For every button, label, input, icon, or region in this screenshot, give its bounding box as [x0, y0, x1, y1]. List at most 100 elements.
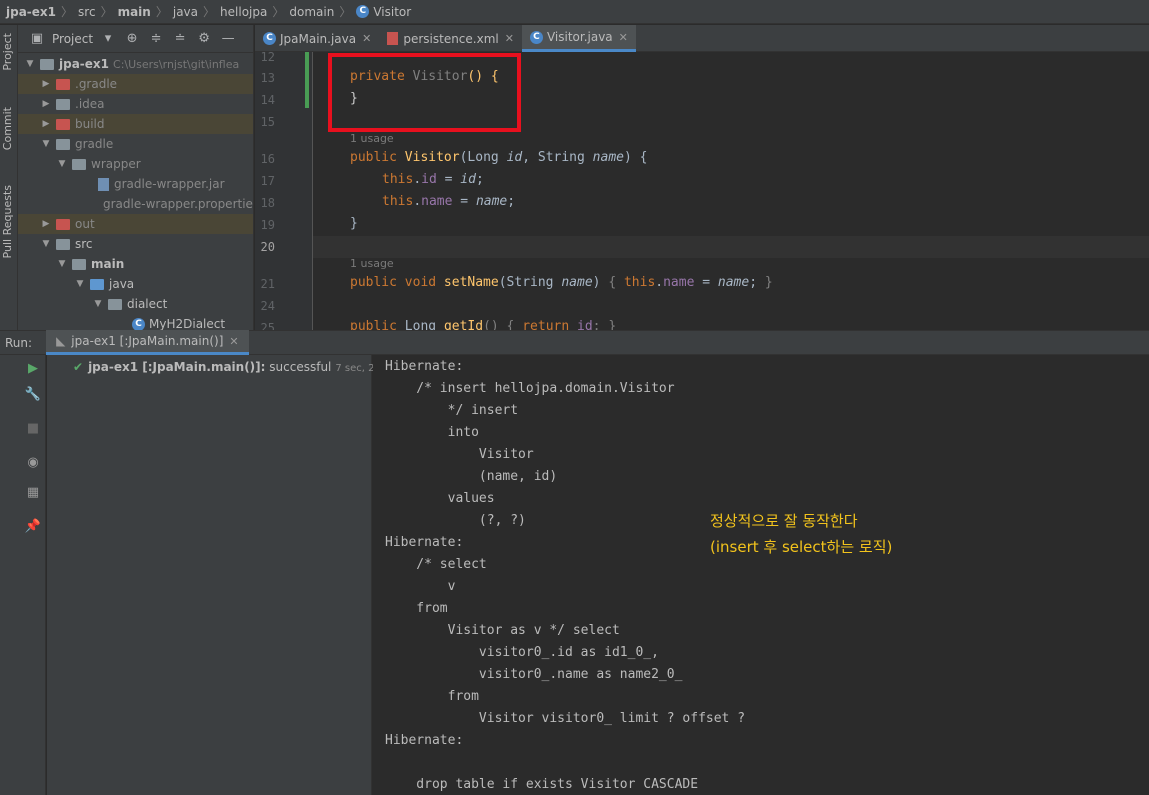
parameter: id [460, 172, 476, 187]
chevron-down-icon[interactable]: ▼ [74, 279, 86, 289]
chevron-right-icon[interactable]: ▶ [40, 219, 52, 229]
tree-item-idea[interactable]: ▶ .idea [18, 94, 253, 114]
breadcrumb-visitor[interactable]: Visitor [373, 5, 411, 19]
tree-item-label: .idea [75, 97, 105, 111]
run-label: Run: [5, 335, 33, 350]
tab-label: JpaMain.java [280, 31, 357, 46]
usage-hint[interactable]: 1 usage [350, 132, 394, 145]
tree-item-main[interactable]: ▼ main [18, 254, 253, 274]
code-token: } [350, 91, 358, 106]
vcs-change-marker[interactable] [305, 52, 309, 108]
code-line-16: public Visitor(Long id, String name) { [350, 150, 647, 165]
tree-item-myh2dialect[interactable]: C MyH2Dialect [18, 314, 253, 330]
breadcrumb-project[interactable]: jpa-ex1 [6, 5, 56, 19]
tree-item-root[interactable]: ▼ jpa-ex1 C:\Users\rnjst\git\inflea [18, 54, 253, 74]
keyword: this [382, 172, 414, 187]
tree-item-java[interactable]: ▼ java [18, 274, 253, 294]
expand-all-icon[interactable]: ≑ [147, 31, 165, 46]
annotation-note: (insert 후 select하는 로직) [710, 538, 893, 556]
close-icon[interactable]: ✕ [229, 335, 238, 348]
keyword: public [350, 150, 397, 165]
breadcrumb-separator: 〉 [203, 5, 216, 19]
run-tab[interactable]: ◣ jpa-ex1 [:JpaMain.main()] ✕ [46, 330, 249, 355]
folder-icon [40, 58, 54, 70]
tree-item-label: .gradle [75, 77, 118, 91]
tab-persistence[interactable]: persistence.xml ✕ [379, 25, 522, 52]
chevron-down-icon[interactable]: ▼ [40, 139, 52, 149]
breadcrumb-java[interactable]: java [173, 5, 198, 19]
chevron-down-icon[interactable]: ▼ [24, 59, 36, 69]
console-line: (name, id) [385, 469, 566, 484]
console-line: /* select [385, 557, 487, 572]
field: id [421, 172, 437, 187]
project-tool-tab[interactable]: Project [1, 33, 14, 71]
tab-visitor[interactable]: C Visitor.java ✕ [521, 25, 636, 52]
console-output[interactable]: Hibernate: /* insert hellojpa.domain.Vis… [373, 355, 1149, 795]
close-icon[interactable]: ✕ [362, 32, 371, 45]
chevron-right-icon[interactable]: ▶ [40, 79, 52, 89]
breadcrumb-main[interactable]: main [118, 5, 151, 19]
tree-item-wrapper-properties[interactable]: gradle-wrapper.properties [18, 194, 253, 214]
line-number: 12 [260, 52, 275, 64]
class-icon: C [132, 317, 145, 330]
collapse-all-icon[interactable]: ≐ [171, 31, 189, 46]
tree-item-wrapper-jar[interactable]: gradle-wrapper.jar [18, 174, 253, 194]
tree-item-label: MyH2Dialect [149, 317, 226, 330]
tree-item-build[interactable]: ▶ build [18, 114, 253, 134]
breadcrumb-hellojpa[interactable]: hellojpa [220, 5, 267, 19]
wrench-icon[interactable]: 🔧 [24, 387, 42, 402]
chevron-down-icon[interactable]: ▼ [56, 259, 68, 269]
breadcrumb-domain[interactable]: domain [289, 5, 334, 19]
tree-item-out[interactable]: ▶ out [18, 214, 253, 234]
success-check-icon: ✔ [73, 360, 84, 374]
console-line: visitor0_.name as name2_0_ [385, 667, 691, 682]
xml-file-icon [387, 32, 399, 45]
console-line: drop table if exists Visitor CASCADE [385, 777, 706, 792]
line-number: 13 [260, 71, 275, 85]
close-icon[interactable]: ✕ [505, 32, 514, 45]
parameter: name [561, 275, 593, 290]
project-view-selector[interactable]: Project [52, 32, 93, 46]
tree-item-gradle-cache[interactable]: ▶ .gradle [18, 74, 253, 94]
breadcrumb-separator: 〉 [100, 5, 113, 19]
caret-line-highlight [313, 236, 1149, 258]
run-panel-header: Run: ◣ jpa-ex1 [:JpaMain.main()] ✕ [0, 330, 1149, 355]
folder-icon [56, 118, 70, 130]
close-icon[interactable]: ✕ [619, 31, 628, 44]
chevron-right-icon[interactable]: ▶ [40, 119, 52, 129]
tree-item-dialect[interactable]: ▼ dialect [18, 294, 253, 314]
chevron-down-icon[interactable]: ▼ [92, 299, 104, 309]
line-gutter: 12 13 14 15 16 17 18 19 20 21 24 25 [255, 52, 313, 330]
line-number: 16 [260, 152, 275, 166]
pull-requests-tool-tab[interactable]: Pull Requests [1, 185, 14, 258]
tree-item-label: gradle [75, 137, 114, 151]
class-icon: C [263, 32, 276, 45]
tree-item-gradle[interactable]: ▼ gradle [18, 134, 253, 154]
run-result-item[interactable]: ✔ jpa-ex1 [:JpaMain.main()]: successful 7 … [73, 360, 405, 374]
keyword: private [350, 69, 405, 84]
line-number: 17 [260, 174, 275, 188]
layout-icon[interactable]: ▦ [24, 485, 42, 500]
pin-icon[interactable]: 📌 [24, 519, 42, 534]
locate-icon[interactable]: ⊕ [123, 31, 141, 46]
code-editor[interactable]: 12 13 14 15 16 17 18 19 20 21 24 25 priv… [255, 52, 1149, 330]
gear-icon[interactable]: ⚙ [195, 31, 213, 46]
chevron-down-icon[interactable]: ▼ [40, 239, 52, 249]
rerun-icon[interactable]: ▶ [24, 361, 42, 376]
keyword: return [522, 319, 570, 330]
console-line: into [385, 425, 479, 440]
usage-hint[interactable]: 1 usage [350, 257, 394, 270]
eye-icon[interactable]: ◉ [24, 455, 42, 470]
tree-item-wrapper[interactable]: ▼ wrapper [18, 154, 253, 174]
chevron-down-icon[interactable]: ▾ [99, 31, 117, 46]
code-token: (String [498, 275, 562, 290]
tree-item-src[interactable]: ▼ src [18, 234, 253, 254]
commit-tool-tab[interactable]: Commit [1, 107, 14, 150]
chevron-right-icon[interactable]: ▶ [40, 99, 52, 109]
tab-jpamain[interactable]: C JpaMain.java ✕ [255, 25, 379, 52]
breadcrumb-src[interactable]: src [78, 5, 96, 19]
chevron-down-icon[interactable]: ▼ [56, 159, 68, 169]
hide-icon[interactable]: — [219, 31, 237, 46]
stop-icon[interactable]: ■ [24, 421, 42, 436]
constructor-name: Visitor [404, 150, 460, 165]
